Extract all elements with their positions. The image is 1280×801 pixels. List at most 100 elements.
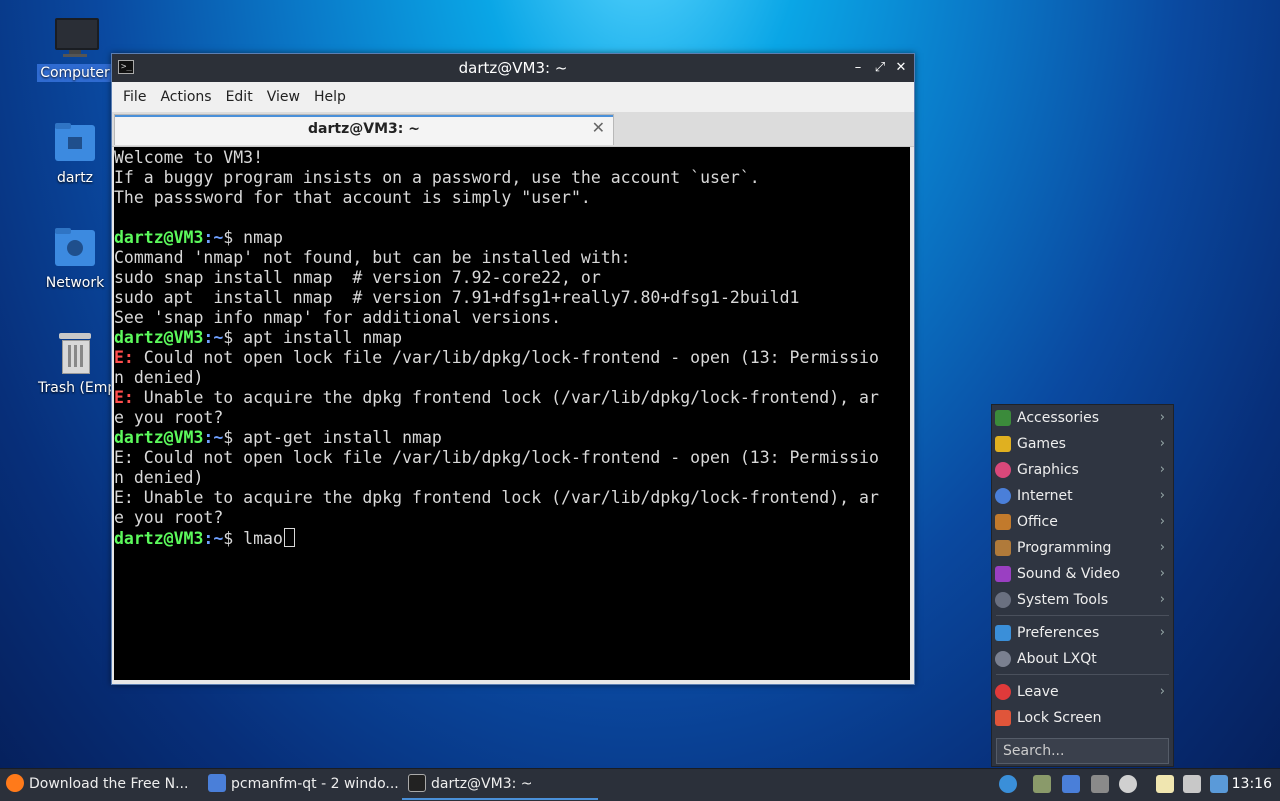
chevron-right-icon: ›: [1159, 514, 1165, 529]
menu-item-office[interactable]: Office ›: [992, 509, 1173, 535]
menu-edit[interactable]: Edit: [219, 89, 260, 105]
menu-item-graphics[interactable]: Graphics ›: [992, 457, 1173, 483]
menu-item-label: System Tools: [1017, 592, 1109, 608]
tab-terminal[interactable]: dartz@VM3: ~ ✕: [114, 114, 614, 145]
terminal-prompt-line: dartz@VM3:~$ nmap: [114, 228, 910, 248]
menu-file[interactable]: File: [116, 89, 153, 105]
desktop-icon-trash[interactable]: Trash (Empty): [35, 331, 136, 397]
eject-icon[interactable]: [1091, 775, 1109, 793]
command-input[interactable]: lmao: [243, 529, 283, 548]
desktop-icon-network[interactable]: Network: [35, 226, 115, 292]
menu-item-label: Leave: [1017, 684, 1059, 700]
internet-icon: [995, 488, 1011, 504]
chevron-right-icon: ›: [1159, 436, 1165, 451]
error-text: Could not open lock file /var/lib/dpkg/l…: [133, 348, 879, 367]
terminal-error-line: E: Could not open lock file /var/lib/dpk…: [114, 348, 910, 368]
office-icon: [995, 514, 1011, 530]
chevron-right-icon: ›: [1159, 566, 1165, 581]
terminal-window[interactable]: >_ dartz@VM3: ~ – ⤢ ✕ File Actions Edit …: [111, 53, 915, 685]
menu-item-games[interactable]: Games ›: [992, 431, 1173, 457]
chevron-right-icon: ›: [1159, 684, 1165, 699]
menu-item-leave[interactable]: Leave ›: [992, 679, 1173, 705]
volume-icon[interactable]: [1119, 775, 1137, 793]
menu-item-system-tools[interactable]: System Tools ›: [992, 587, 1173, 613]
chevron-right-icon: ›: [1159, 410, 1165, 425]
desktop-icon-home[interactable]: dartz: [35, 121, 115, 187]
terminal-icon: [408, 774, 426, 792]
task-pcmanfm[interactable]: pcmanfm-qt - 2 windo...: [208, 769, 400, 800]
prompt-user: dartz@VM3: [114, 428, 204, 447]
network-icon[interactable]: [1183, 775, 1201, 793]
chevron-right-icon: ›: [1159, 540, 1165, 555]
terminal-line: Command 'nmap' not found, but can be ins…: [114, 248, 631, 267]
menu-item-label: About LXQt: [1017, 651, 1097, 667]
home-folder-icon: [53, 121, 97, 165]
menu-item-label: Games: [1017, 436, 1066, 452]
text-cursor: [283, 528, 295, 547]
sound-video-icon: [995, 566, 1011, 582]
prompt-end: $: [223, 428, 244, 447]
task-label: Download the Free N...: [29, 776, 189, 792]
menu-item-about-lxqt[interactable]: About LXQt: [992, 646, 1173, 672]
update-notifier-icon[interactable]: [1210, 775, 1228, 793]
menu-item-accessories[interactable]: Accessories ›: [992, 405, 1173, 431]
graphics-icon: [995, 462, 1011, 478]
menu-item-programming[interactable]: Programming ›: [992, 535, 1173, 561]
trash-icon: [53, 331, 97, 375]
command: nmap: [243, 228, 283, 247]
terminal-line: sudo snap install nmap # version 7.92-co…: [114, 268, 601, 287]
menu-item-sound-video[interactable]: Sound & Video ›: [992, 561, 1173, 587]
prompt-user: dartz@VM3: [114, 228, 204, 247]
network-folder-icon: [53, 226, 97, 270]
task-label: dartz@VM3: ~: [431, 776, 533, 792]
lock-icon: [995, 710, 1011, 726]
system-tools-icon: [995, 592, 1011, 608]
menu-separator: [996, 674, 1169, 675]
workspace-icon[interactable]: [1033, 775, 1051, 793]
clipboard-icon[interactable]: [1156, 775, 1174, 793]
task-firefox[interactable]: Download the Free N...: [6, 769, 196, 800]
task-label: pcmanfm-qt - 2 windo...: [231, 776, 399, 792]
games-icon: [995, 436, 1011, 452]
command: apt-get install nmap: [243, 428, 442, 447]
terminal-line: e you root?: [114, 408, 224, 427]
tab-bar: dartz@VM3: ~ ✕: [112, 112, 914, 147]
menu-item-label: Preferences: [1017, 625, 1100, 641]
menu-help[interactable]: Help: [307, 89, 353, 105]
accessories-icon: [995, 410, 1011, 426]
prompt-user: dartz@VM3: [114, 328, 204, 347]
minimize-button[interactable]: –: [848, 58, 868, 78]
menu-item-preferences[interactable]: Preferences ›: [992, 620, 1173, 646]
preferences-icon: [995, 625, 1011, 641]
chevron-right-icon: ›: [1159, 625, 1165, 640]
desktop-icon-label: Network: [45, 275, 105, 291]
error-tag: E:: [114, 388, 134, 407]
window-titlebar[interactable]: >_ dartz@VM3: ~ – ⤢ ✕: [112, 54, 914, 82]
desktop-icon-label: Computer: [37, 64, 113, 82]
terminal-line: E: Could not open lock file /var/lib/dpk…: [114, 448, 879, 467]
desktop-icon-computer[interactable]: Computer: [35, 16, 115, 82]
lxqt-menu-icon[interactable]: [999, 775, 1017, 793]
chevron-right-icon: ›: [1159, 592, 1165, 607]
window-title: dartz@VM3: ~: [458, 59, 568, 77]
tab-close-icon[interactable]: ✕: [592, 118, 605, 137]
prompt-path: :~: [203, 328, 224, 347]
clock[interactable]: 13:16: [1232, 769, 1272, 800]
task-terminal[interactable]: dartz@VM3: ~: [402, 769, 598, 800]
menu-item-lock-screen[interactable]: Lock Screen: [992, 705, 1173, 731]
prompt-user: dartz@VM3: [114, 529, 204, 548]
menu-actions[interactable]: Actions: [153, 89, 218, 105]
menu-search-input[interactable]: Search...: [996, 738, 1169, 764]
close-button[interactable]: ✕: [891, 58, 911, 78]
error-tag: E:: [114, 348, 134, 367]
menu-view[interactable]: View: [260, 89, 307, 105]
terminal-line: See 'snap info nmap' for additional vers…: [114, 308, 562, 327]
maximize-button[interactable]: ⤢: [870, 58, 890, 78]
terminal-line: If a buggy program insists on a password…: [114, 168, 760, 187]
show-desktop-icon[interactable]: [1062, 775, 1080, 793]
terminal-prompt-line: dartz@VM3:~$ apt install nmap: [114, 328, 910, 348]
terminal-output[interactable]: Welcome to VM3! If a buggy program insis…: [114, 147, 910, 680]
tab-active-indicator: [115, 115, 613, 117]
menu-item-internet[interactable]: Internet ›: [992, 483, 1173, 509]
menu-item-label: Office: [1017, 514, 1058, 530]
